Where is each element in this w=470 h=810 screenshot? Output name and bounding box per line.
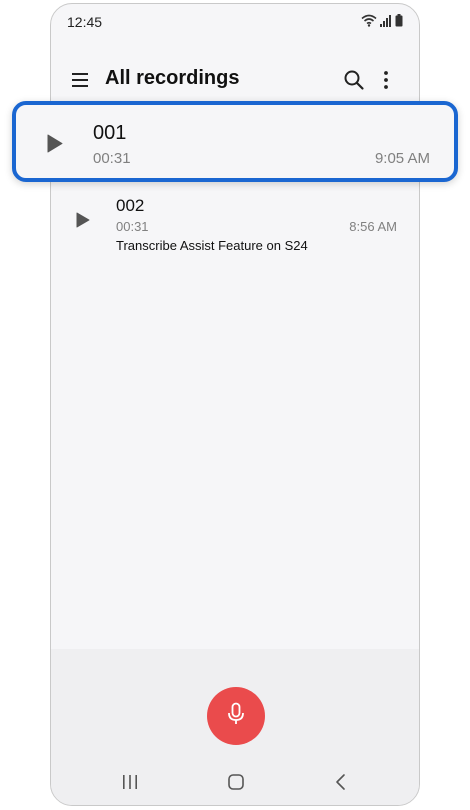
recording-time: 8:56 AM (349, 219, 397, 234)
recording-duration: 00:31 (93, 150, 131, 167)
more-options-icon[interactable] (375, 69, 397, 91)
record-button[interactable] (207, 687, 265, 745)
recording-note: Transcribe Assist Feature on S24 (116, 238, 308, 253)
home-icon[interactable] (227, 773, 245, 796)
play-icon[interactable] (76, 212, 90, 233)
bottom-area (51, 649, 419, 805)
battery-icon (395, 14, 403, 27)
status-bar: 12:45 (51, 4, 419, 40)
recording-name: 001 (93, 122, 127, 144)
back-icon[interactable] (332, 773, 350, 796)
page-title: All recordings (105, 67, 240, 89)
wifi-icon (361, 14, 377, 27)
signal-icon (380, 14, 392, 27)
microphone-icon (227, 702, 245, 731)
search-icon[interactable] (343, 69, 365, 91)
play-icon[interactable] (47, 134, 63, 158)
navigation-bar (51, 761, 419, 805)
list-item-recording-001-highlighted[interactable]: 001 00:31 9:05 AM (12, 101, 458, 182)
status-icons (361, 14, 403, 27)
recording-name: 002 (116, 196, 145, 215)
list-item-recording-002[interactable]: 002 00:31 8:56 AM Transcribe Assist Feat… (51, 194, 419, 256)
recording-time: 9:05 AM (374, 150, 430, 167)
recent-apps-icon[interactable] (121, 773, 139, 796)
status-time: 12:45 (67, 14, 103, 30)
menu-icon[interactable] (71, 70, 91, 90)
app-bar: All recordings (51, 58, 419, 102)
recording-duration: 00:31 (116, 219, 149, 234)
